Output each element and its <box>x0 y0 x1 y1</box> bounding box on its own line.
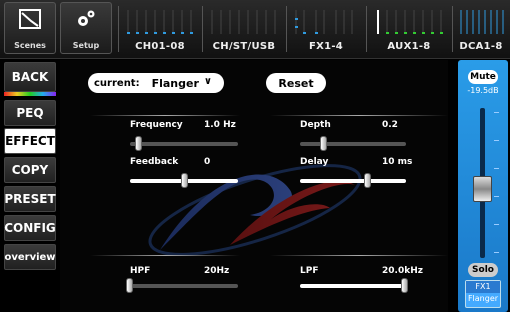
meter-bank <box>211 10 276 34</box>
feedback-label: Feedback <box>130 157 179 167</box>
channel-effect-name: Flanger <box>467 294 499 303</box>
nav-item-overview[interactable]: overview <box>4 244 56 270</box>
nav-label: PRESET <box>4 192 56 206</box>
hpf-slider-handle[interactable] <box>126 278 133 293</box>
meter-bank <box>295 10 353 34</box>
hpf-value: 20Hz <box>204 266 230 276</box>
lpf-label: LPF <box>300 266 319 276</box>
tab-label: DCA1-8 <box>459 41 503 52</box>
frequency-label: Frequency <box>130 120 183 130</box>
depth-slider[interactable] <box>300 142 406 146</box>
channel-strip: Mute -19.5dB Solo FX1 Flanger <box>458 60 508 312</box>
nav-label: overview <box>4 251 56 263</box>
delay-value: 10 ms <box>382 157 413 167</box>
delay-slider-handle[interactable] <box>364 173 372 188</box>
feedback-value: 0 <box>204 157 211 167</box>
lpf-value: 20.0kHz <box>382 266 423 276</box>
frequency-slider[interactable] <box>130 142 238 146</box>
chevron-down-icon: ∨ <box>203 76 212 87</box>
tab-label: CH01-08 <box>135 41 185 52</box>
fader-scale-tick <box>494 140 499 141</box>
tab-label: AUX1-8 <box>387 41 431 52</box>
tab-aux1-8[interactable]: AUX1-8 <box>366 4 452 56</box>
tab-fx1-4[interactable]: FX1-4 <box>286 4 366 56</box>
frequency-value: 1.0 Hz <box>204 120 236 130</box>
reset-label: Reset <box>278 76 314 90</box>
nav-item-preset[interactable]: PRESET <box>4 186 56 212</box>
lpf-slider[interactable] <box>300 284 408 288</box>
feedback-slider-handle[interactable] <box>180 173 188 188</box>
current-effect: Flanger <box>151 76 199 90</box>
hpf-label: HPF <box>130 266 151 276</box>
solo-button[interactable]: Solo <box>468 263 498 277</box>
hpf-slider[interactable] <box>126 284 238 288</box>
nav-label: CONFIG <box>4 221 56 235</box>
channel-id: FX1 <box>466 281 500 293</box>
nav-label: PEQ <box>16 106 44 120</box>
meter-bank <box>460 10 504 34</box>
effect-type-dropdown[interactable]: current: Flanger ∨ <box>88 73 224 93</box>
scenes-icon <box>19 9 41 29</box>
current-label: current: <box>94 77 140 89</box>
scenes-label: Scenes <box>14 41 46 50</box>
brand-watermark <box>148 164 362 256</box>
gain-readout: -19.5dB <box>467 86 499 95</box>
divider <box>90 115 240 116</box>
frequency-slider-handle[interactable] <box>135 136 143 151</box>
setup-button[interactable]: Setup <box>60 2 112 54</box>
fader-handle[interactable] <box>473 176 492 202</box>
divider <box>270 255 448 256</box>
gears-icon <box>78 10 95 26</box>
meter-bank <box>127 10 193 34</box>
tab-label: FX1-4 <box>308 41 344 52</box>
top-bar: Scenes Setup CH01-08 CH/ST/USB FX1-4 AUX… <box>0 0 510 59</box>
delay-label: Delay <box>300 157 329 167</box>
nav-item-effect[interactable]: EFFECT <box>4 128 56 154</box>
nav-item-config[interactable]: CONFIG <box>4 215 56 241</box>
nav-label: COPY <box>11 163 49 177</box>
delay-slider[interactable] <box>300 179 406 183</box>
tab-label: CH/ST/USB <box>212 41 276 52</box>
back-label: BACK <box>11 70 49 84</box>
setup-label: Setup <box>72 41 100 50</box>
fader-scale-tick <box>494 196 499 197</box>
reset-button[interactable]: Reset <box>266 73 326 93</box>
fader-scale-tick <box>494 112 499 113</box>
back-button[interactable]: BACK <box>4 62 56 92</box>
nav-label: EFFECT <box>5 134 55 148</box>
fader-scale-tick <box>494 168 499 169</box>
meter-bank <box>377 10 443 34</box>
fader-scale-tick <box>494 252 499 253</box>
tab-ch-st-usb[interactable]: CH/ST/USB <box>202 4 286 56</box>
depth-value: 0.2 <box>382 120 398 130</box>
tab-ch01-08[interactable]: CH01-08 <box>118 4 202 56</box>
lpf-slider-handle[interactable] <box>401 278 408 293</box>
scenes-button[interactable]: Scenes <box>4 2 56 54</box>
tab-dca1-8[interactable]: DCA1-8 <box>452 4 510 56</box>
effect-panel: current: Flanger ∨ Reset Frequency 1.0 H… <box>60 60 448 312</box>
divider <box>90 255 240 256</box>
color-strip <box>4 92 56 96</box>
mute-button[interactable]: Mute <box>468 70 498 84</box>
fader-scale-tick <box>494 224 499 225</box>
nav-item-copy[interactable]: COPY <box>4 157 56 183</box>
depth-label: Depth <box>300 120 331 130</box>
depth-slider-handle[interactable] <box>319 136 327 151</box>
nav-item-peq[interactable]: PEQ <box>4 100 56 126</box>
divider <box>270 115 448 116</box>
channel-name-badge: FX1 Flanger <box>465 280 501 308</box>
